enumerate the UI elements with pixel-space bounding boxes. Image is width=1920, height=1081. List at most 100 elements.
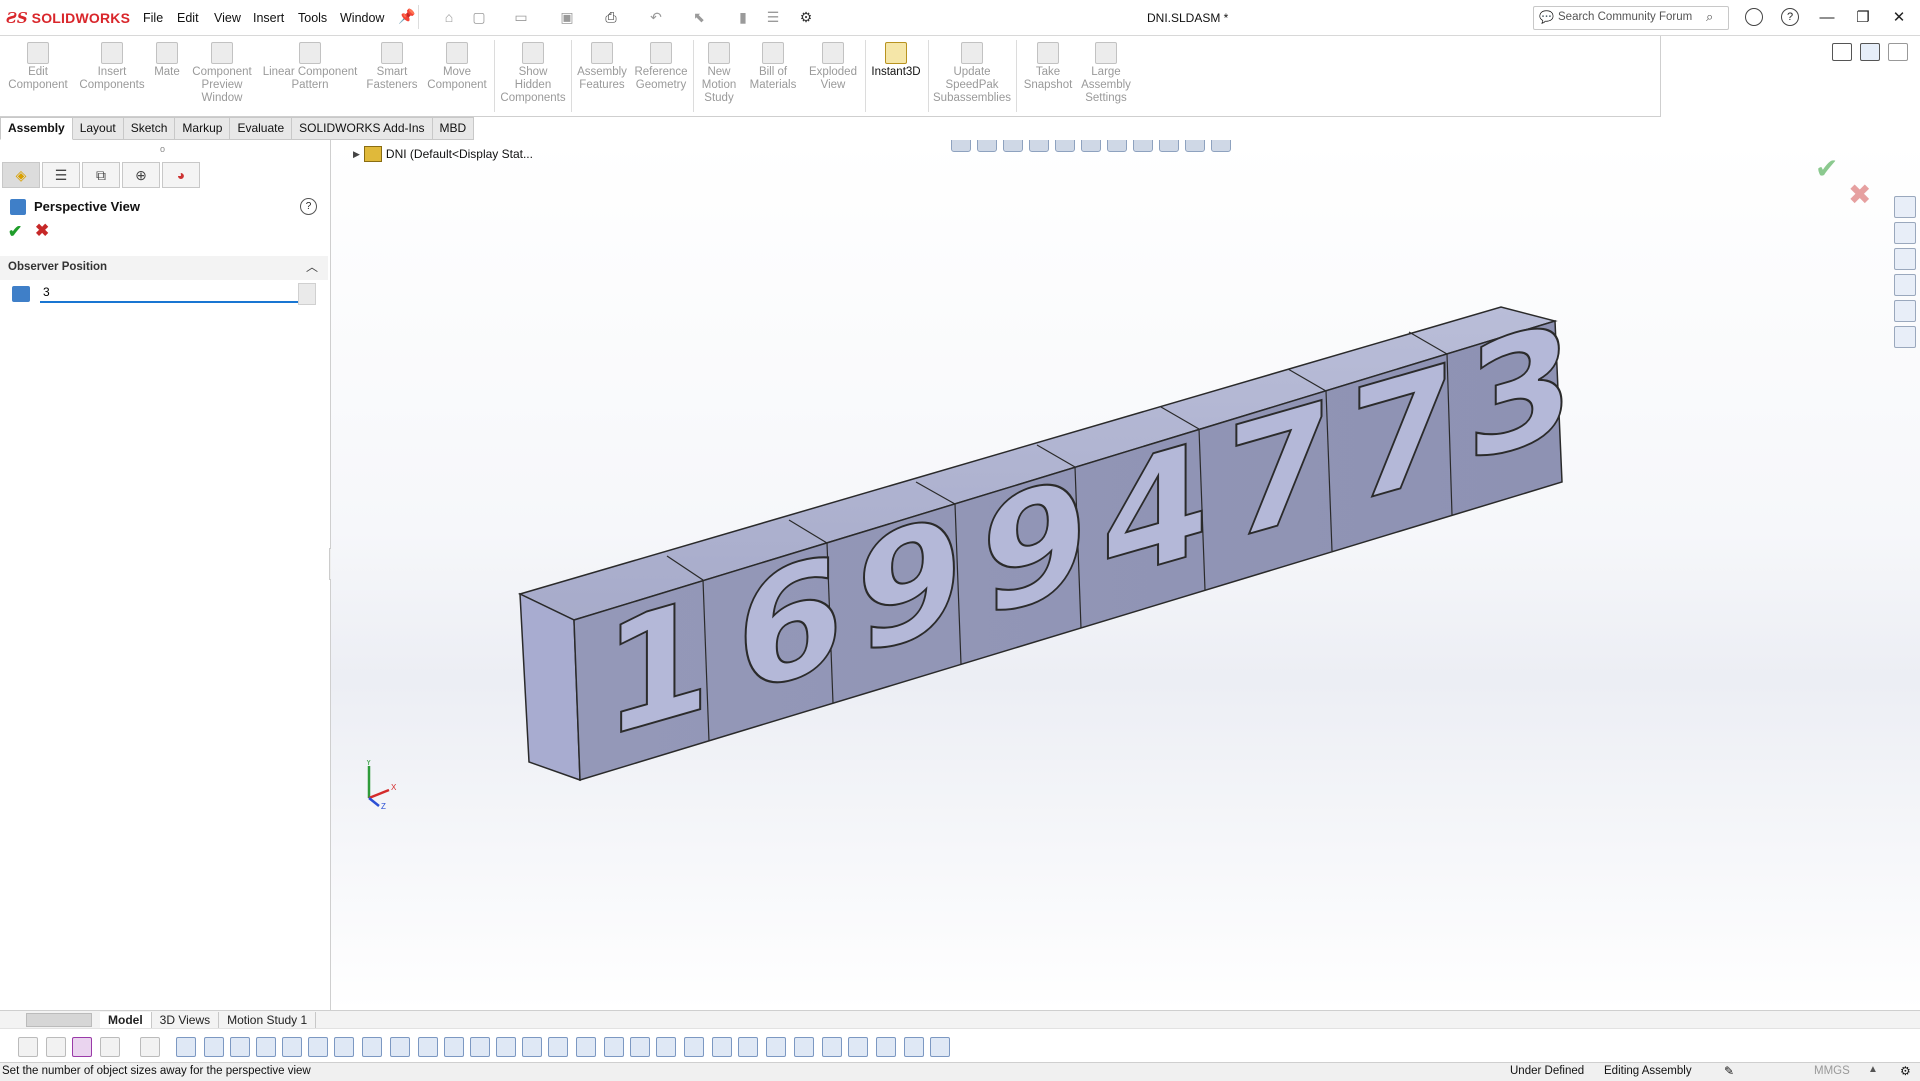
filter-surface-finish-icon[interactable]: [522, 1037, 542, 1057]
customize-status-icon[interactable]: ⚙: [1900, 1064, 1911, 1078]
rebuild-icon[interactable]: ▮: [732, 7, 754, 27]
filter-routing-points-icon[interactable]: [766, 1037, 786, 1057]
menu-tools[interactable]: Tools: [298, 11, 327, 25]
filter-blocks-icon[interactable]: [684, 1037, 704, 1057]
help-icon[interactable]: ?: [300, 198, 317, 215]
rebuild-status-icon[interactable]: ✎: [1724, 1064, 1734, 1078]
new-document-icon[interactable]: ▢: [468, 7, 490, 27]
linear-component-pattern-button[interactable]: Linear Component Pattern: [260, 42, 360, 92]
filter-surface-bodies-icon[interactable]: [256, 1037, 276, 1057]
filter-axes-icon[interactable]: [308, 1037, 328, 1057]
help-icon[interactable]: ?: [1781, 8, 1799, 26]
update-speedpak-button[interactable]: Update SpeedPak Subassemblies: [932, 42, 1012, 105]
filter-mesh-facets-icon[interactable]: [794, 1037, 814, 1057]
undo-icon[interactable]: ↶: [645, 7, 667, 27]
filter-mesh-edges-icon[interactable]: [822, 1037, 842, 1057]
take-snapshot-button[interactable]: Take Snapshot: [1020, 42, 1076, 92]
large-assembly-settings-button[interactable]: Large Assembly Settings: [1078, 42, 1134, 105]
tab-markup[interactable]: Markup: [175, 117, 231, 140]
filter-dowel-pin-icon[interactable]: [712, 1037, 732, 1057]
filter-annotations-icon[interactable]: [876, 1037, 896, 1057]
filter-midpoints-icon[interactable]: [418, 1037, 438, 1057]
chevron-up-icon[interactable]: ︿: [306, 258, 318, 275]
filter-connection-points-icon[interactable]: [738, 1037, 758, 1057]
filter-faces-icon[interactable]: [230, 1037, 250, 1057]
clear-filters-icon[interactable]: [46, 1037, 66, 1057]
cancel-close-icon[interactable]: ✖: [35, 221, 49, 241]
file-properties-icon[interactable]: ☰: [762, 7, 784, 27]
exploded-view-button[interactable]: Exploded View: [804, 42, 862, 92]
user-account-icon[interactable]: [1745, 8, 1763, 26]
filter-center-marks-icon[interactable]: [444, 1037, 464, 1057]
select-cursor-icon[interactable]: ⬉: [688, 7, 710, 27]
menu-view[interactable]: View: [214, 11, 241, 25]
search-community-input[interactable]: 💬 Search Community Forum ⌕: [1533, 6, 1729, 30]
move-component-button[interactable]: Move Component: [424, 42, 490, 92]
units-dropdown-icon[interactable]: ▲: [1868, 1064, 1878, 1075]
dimxpert-manager-tab-icon[interactable]: ⊕: [122, 162, 160, 188]
tab-model[interactable]: Model: [100, 1011, 152, 1029]
new-motion-study-button[interactable]: New Motion Study: [696, 42, 742, 105]
graphics-area[interactable]: ▶ DNI (Default<Display Stat... ◧ ◨ ❐ ✕ ✔…: [331, 140, 1920, 1010]
filter-sketch-segments-icon[interactable]: [390, 1037, 410, 1057]
ok-check-icon[interactable]: ✔: [8, 222, 22, 242]
feature-manager-tab-icon[interactable]: ◈: [2, 162, 40, 188]
tab-sketch[interactable]: Sketch: [123, 117, 176, 140]
open-folder-icon[interactable]: ▭: [510, 7, 532, 27]
tab-evaluate[interactable]: Evaluate: [230, 117, 293, 140]
record-icon[interactable]: [1860, 43, 1880, 61]
smart-fasteners-button[interactable]: Smart Fasteners: [362, 42, 422, 92]
property-manager-tab-icon[interactable]: ☰: [42, 162, 80, 188]
panel-splitter-handle[interactable]: o: [160, 144, 165, 154]
close-window-icon[interactable]: ✕: [1884, 6, 1914, 28]
menu-edit[interactable]: Edit: [177, 11, 199, 25]
reference-geometry-button[interactable]: Reference Geometry: [632, 42, 690, 92]
configuration-manager-tab-icon[interactable]: ⧉: [82, 162, 120, 188]
tab-3d-views[interactable]: 3D Views: [152, 1011, 220, 1029]
menu-insert[interactable]: Insert: [253, 11, 284, 25]
filter-weld-symbols-icon[interactable]: [604, 1037, 624, 1057]
mate-button[interactable]: Mate: [152, 42, 182, 79]
minimize-icon[interactable]: —: [1812, 6, 1842, 28]
filter-vertices-icon[interactable]: [176, 1037, 196, 1057]
menu-window[interactable]: Window: [340, 11, 384, 25]
component-preview-window-button[interactable]: Component Preview Window: [186, 42, 258, 105]
filter-notes-icon[interactable]: [576, 1037, 596, 1057]
tab-solidworks-add-ins[interactable]: SOLIDWORKS Add-Ins: [292, 117, 433, 140]
bill-of-materials-button[interactable]: Bill of Materials: [746, 42, 800, 92]
restore-icon[interactable]: ❐: [1848, 6, 1878, 28]
select-all-filters-icon[interactable]: [72, 1037, 92, 1057]
tab-mbd[interactable]: MBD: [432, 117, 475, 140]
filter-dimensions-icon[interactable]: [496, 1037, 516, 1057]
observer-position-input[interactable]: [40, 283, 302, 303]
home-icon[interactable]: ⌂: [438, 7, 460, 27]
solidworks-logo[interactable]: ƧS SOLIDWORKS: [6, 8, 130, 28]
filter-datum-targets-icon[interactable]: [630, 1037, 650, 1057]
filter-sketch-points-icon[interactable]: [362, 1037, 382, 1057]
unit-system[interactable]: MMGS: [1814, 1065, 1850, 1077]
filter-components-icon[interactable]: [140, 1037, 160, 1057]
assembly-features-button[interactable]: Assembly Features: [574, 42, 630, 92]
observer-position-spinner[interactable]: [298, 283, 316, 305]
filter-edges-icon[interactable]: [204, 1037, 224, 1057]
model-render[interactable]: 1 6 9 9 4 7 7 3: [331, 140, 1920, 1010]
insert-components-button[interactable]: Insert Components: [76, 42, 148, 92]
camera-icon[interactable]: [1832, 43, 1852, 61]
toggle-filter-icon[interactable]: [18, 1037, 38, 1057]
display-manager-tab-icon[interactable]: ◕: [162, 162, 200, 188]
show-hidden-components-button[interactable]: Show Hidden Components: [498, 42, 568, 105]
tab-scroll-arrows[interactable]: [26, 1013, 92, 1027]
tab-assembly[interactable]: Assembly: [0, 117, 73, 140]
filter-cosmetic-threads-icon[interactable]: [656, 1037, 676, 1057]
tab-layout[interactable]: Layout: [72, 117, 124, 140]
filter-mesh-vertices-icon[interactable]: [848, 1037, 868, 1057]
filter-centerline-icon[interactable]: [470, 1037, 490, 1057]
filter-solid-bodies-icon[interactable]: [282, 1037, 302, 1057]
filter-loops-icon[interactable]: [904, 1037, 924, 1057]
filter-points-icon[interactable]: [930, 1037, 950, 1057]
tab-motion-study-1[interactable]: Motion Study 1: [219, 1011, 317, 1029]
search-icon[interactable]: ⌕: [1706, 9, 1713, 25]
edit-component-button[interactable]: Edit Component: [6, 42, 70, 92]
save-icon[interactable]: ▣: [556, 7, 578, 27]
print-icon[interactable]: ⎙: [600, 7, 622, 27]
